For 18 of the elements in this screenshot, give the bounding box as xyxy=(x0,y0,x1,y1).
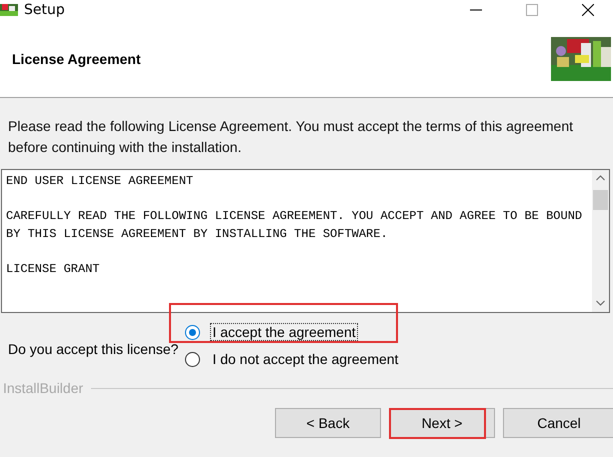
page-title: License Agreement xyxy=(12,50,141,66)
license-paragraph: LICENSE GRANT xyxy=(6,260,101,278)
instruction-text: Please read the following License Agreement. You must accept the terms of this agreement before continuing with the installation. xyxy=(8,117,574,157)
option-label[interactable]: I do not accept the agreement xyxy=(210,350,400,368)
dialog-button[interactable]: < Back xyxy=(275,408,381,438)
dialog-button[interactable]: Cancel xyxy=(503,408,613,438)
license-text-area[interactable]: END USER LICENSE AGREEMENT CAREFULLY READ THE FOLLOWING LICENSE AGREEMENT. YOU ACCEPT AND AGREE TO BE BOUND BY THIS LICENSE AGREEMENT BY INSTALLING THE SOFTWARE. LICENSE GRANT xyxy=(1,169,610,313)
close-icon[interactable] xyxy=(582,4,594,16)
radio-button[interactable] xyxy=(185,324,200,340)
app-icon xyxy=(0,4,18,16)
option-label[interactable]: I accept the agreement xyxy=(210,323,358,341)
license-paragraph: CAREFULLY READ THE FOLLOWING LICENSE AGREEMENT. YOU ACCEPT AND AGREE TO BE BOUND BY THIS LICENSE AGREEMENT BY INSTALLING THE SOFTWARE. xyxy=(6,208,584,242)
scrollbar[interactable] xyxy=(592,170,609,312)
question-label: Do you accept this license? xyxy=(8,340,178,356)
license-paragraph: END USER LICENSE AGREEMENT xyxy=(6,173,194,190)
window-title: Setup xyxy=(24,2,65,18)
brand-label: InstallBuilder xyxy=(3,380,84,396)
radio-button[interactable] xyxy=(185,352,200,366)
